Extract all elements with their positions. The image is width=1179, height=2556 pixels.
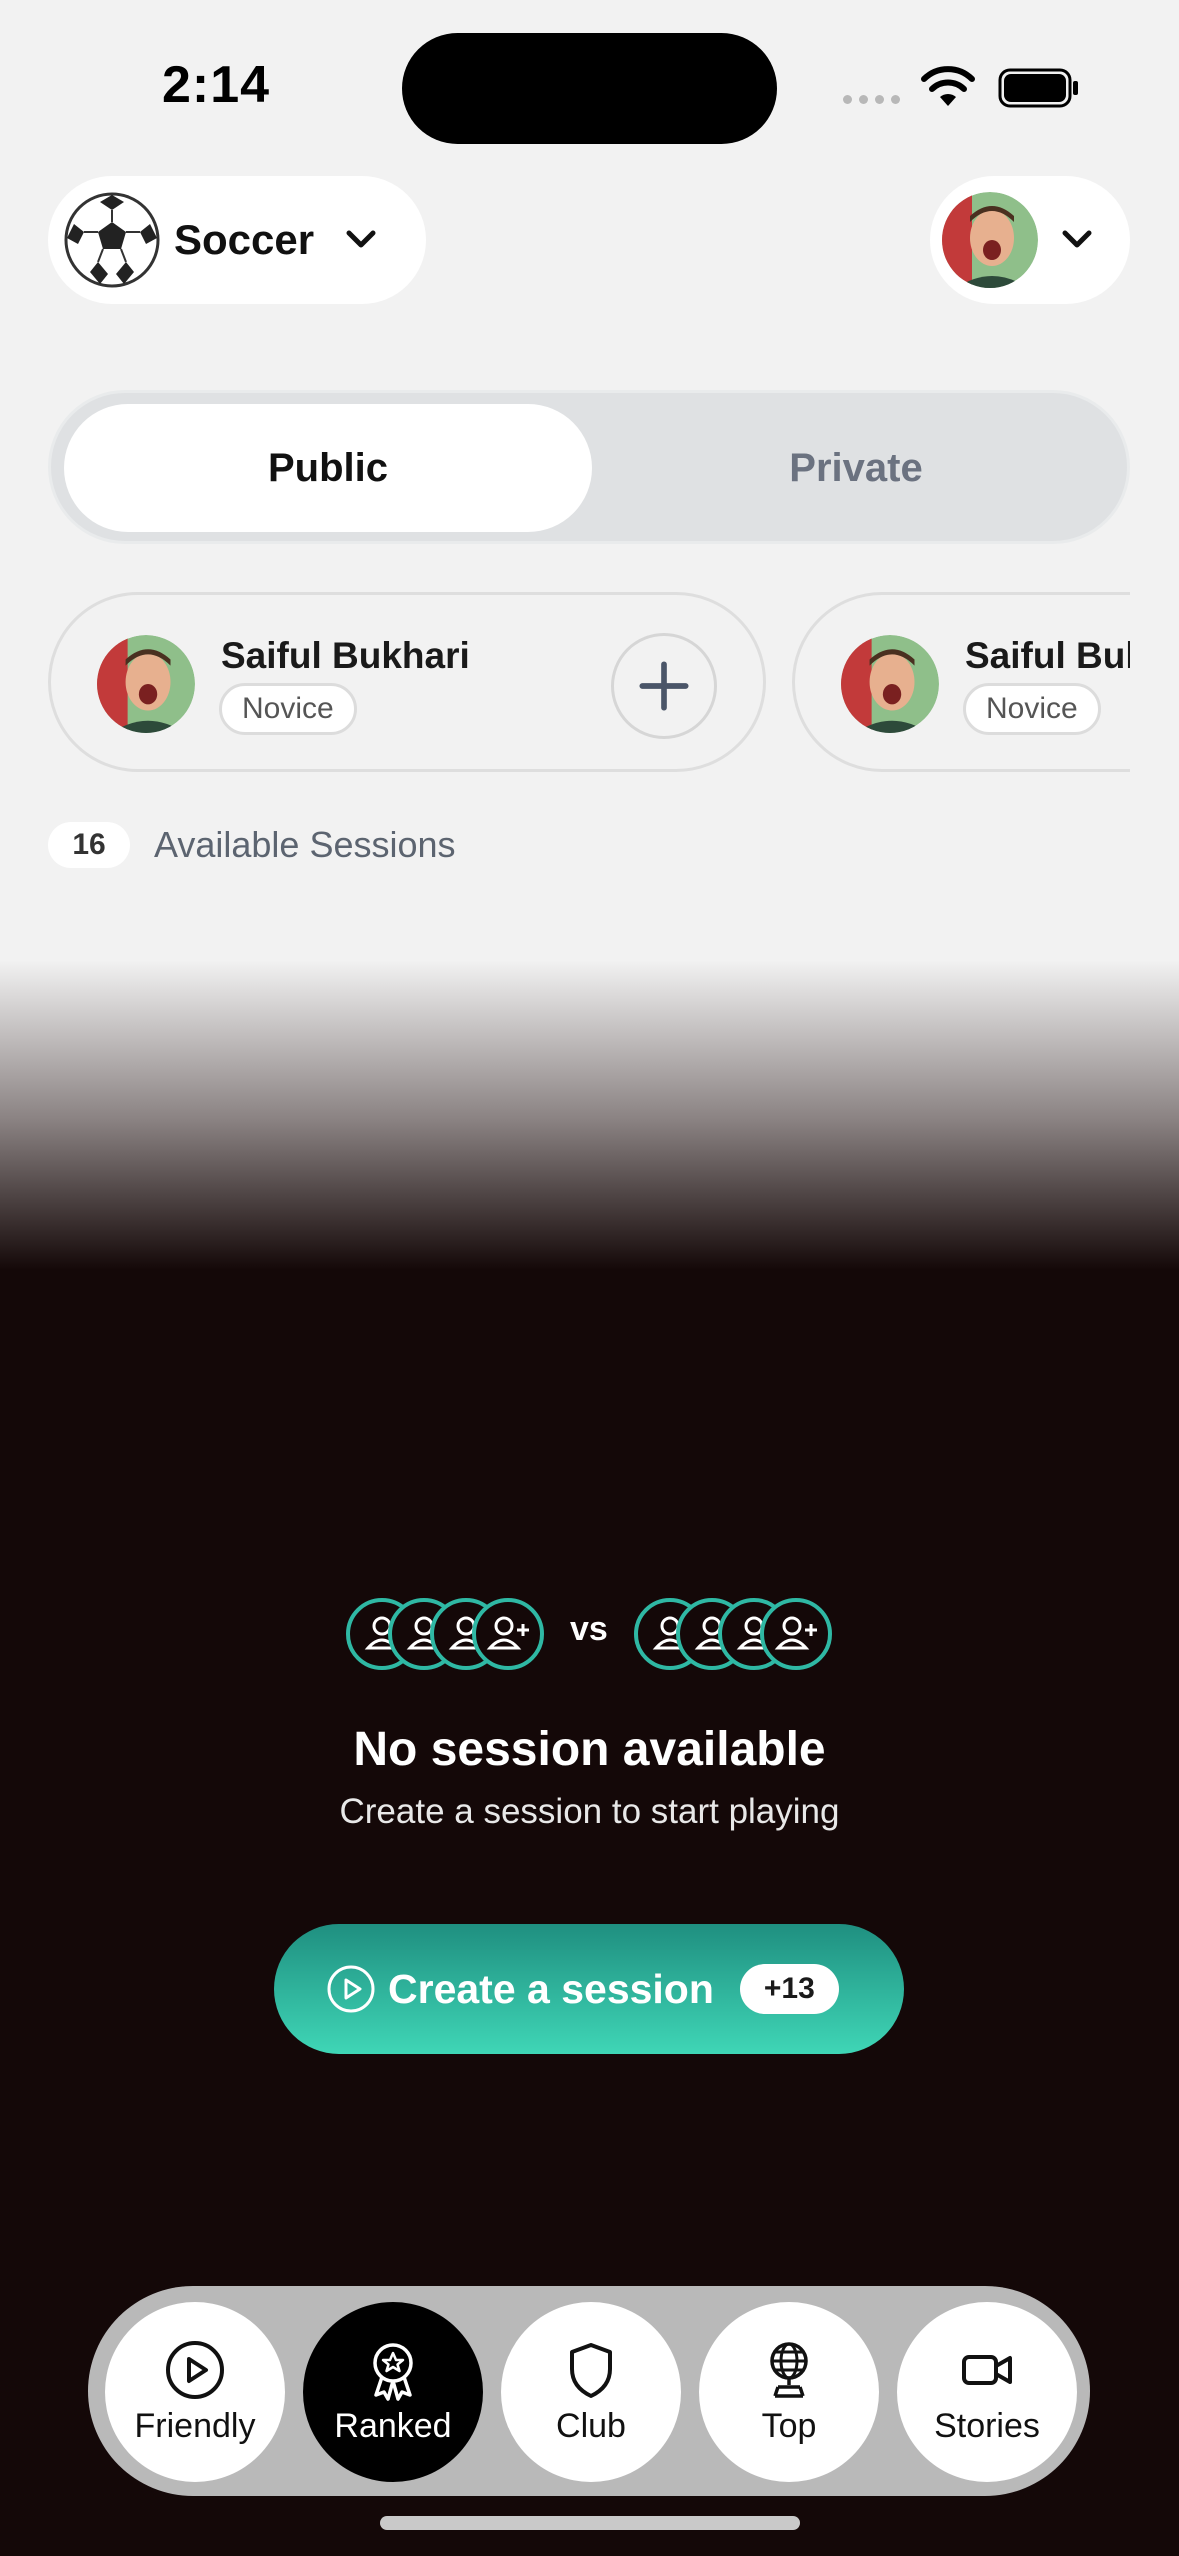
- create-session-button[interactable]: Create a session +13: [274, 1924, 904, 2054]
- signal-icon: [843, 95, 900, 104]
- tab-private[interactable]: Private: [592, 404, 1120, 532]
- tab-ranked[interactable]: Ranked: [303, 2302, 483, 2482]
- wifi-icon: [921, 66, 975, 106]
- shield-icon: [570, 2342, 612, 2398]
- play-circle-icon: [327, 1965, 375, 2013]
- team-b-slots: [634, 1598, 834, 1670]
- chevron-down-icon: [1062, 230, 1092, 248]
- tab-label: Club: [556, 2406, 626, 2445]
- dynamic-island: [402, 33, 777, 144]
- player-level-badge: Novice: [963, 683, 1101, 735]
- sport-selector[interactable]: Soccer: [48, 176, 426, 304]
- profile-menu-button[interactable]: [930, 176, 1130, 304]
- play-circle-icon: [166, 2340, 224, 2399]
- empty-state-subtitle: Create a session to start playing: [339, 1792, 840, 1831]
- tab-top[interactable]: Top: [699, 2302, 879, 2482]
- player-name: Saiful Bukhari: [965, 635, 1130, 676]
- bottom-tab-bar: Friendly Ranked Club Top Stories: [88, 2286, 1090, 2496]
- home-indicator[interactable]: [380, 2516, 800, 2530]
- player-name: Saiful Bukhari: [221, 635, 470, 676]
- tab-club[interactable]: Club: [501, 2302, 681, 2482]
- tab-label: Top: [761, 2406, 817, 2445]
- versus-label: vs: [570, 1610, 608, 1648]
- visibility-toggle[interactable]: Public Private: [48, 390, 1130, 544]
- player-level-badge: Novice: [219, 683, 357, 735]
- tab-label: Ranked: [334, 2406, 452, 2445]
- user-add-icon[interactable]: [472, 1598, 544, 1670]
- sessions-count-badge: 16: [48, 822, 130, 868]
- chevron-down-icon: [346, 230, 376, 248]
- soccer-ball-icon: [64, 192, 160, 288]
- avatar: [97, 635, 195, 733]
- tab-label: Friendly: [134, 2406, 256, 2445]
- empty-state-title: No session available: [353, 1723, 826, 1776]
- user-add-icon[interactable]: [760, 1598, 832, 1670]
- sport-label: Soccer: [174, 216, 315, 263]
- tab-friendly[interactable]: Friendly: [105, 2302, 285, 2482]
- team-a-slots: [346, 1598, 546, 1670]
- avatar: [942, 192, 1038, 288]
- sessions-count-label: Available Sessions: [154, 824, 456, 865]
- status-time: 2:14: [162, 56, 271, 114]
- player-card[interactable]: Saiful Bukhari Novice: [48, 592, 766, 772]
- tab-public[interactable]: Public: [64, 404, 592, 532]
- tab-stories[interactable]: Stories: [897, 2302, 1077, 2482]
- video-camera-icon: [962, 2354, 1012, 2385]
- tab-label: Stories: [934, 2406, 1040, 2445]
- award-ribbon-icon: [373, 2342, 413, 2401]
- add-player-button[interactable]: [611, 633, 717, 739]
- globe-trophy-icon: [770, 2341, 808, 2398]
- player-carousel[interactable]: Saiful Bukhari Novice Saiful Bukhari Nov…: [48, 592, 1130, 772]
- player-card[interactable]: Saiful Bukhari Novice: [792, 592, 1130, 772]
- avatar: [841, 635, 939, 733]
- battery-icon: [998, 68, 1078, 108]
- session-bonus-badge: +13: [739, 1964, 839, 2014]
- create-session-label: Create a session: [388, 1965, 714, 2012]
